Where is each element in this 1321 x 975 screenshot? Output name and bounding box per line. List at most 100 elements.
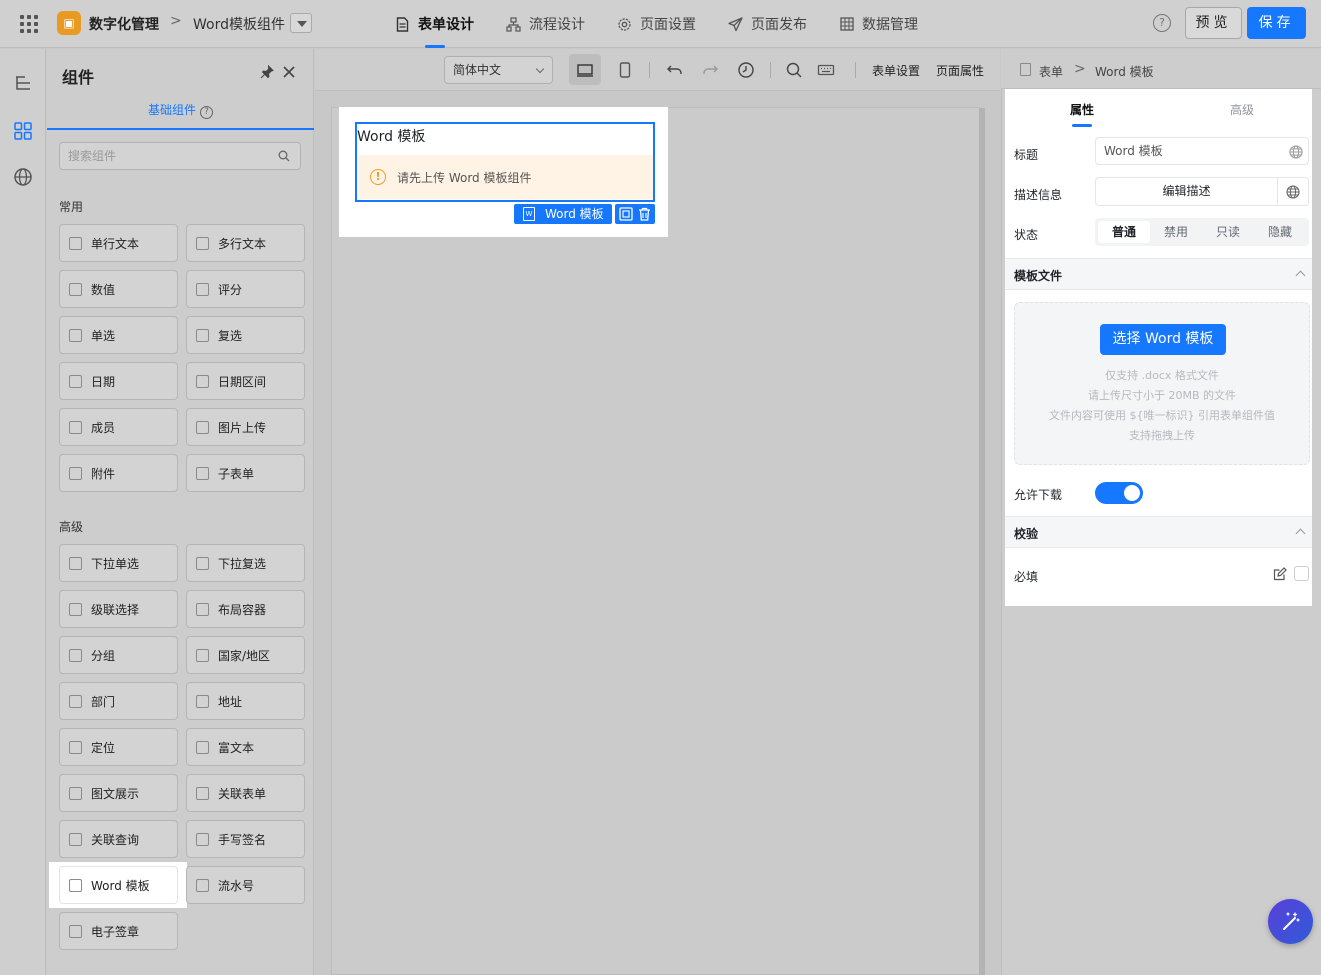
- left-rail: [0, 49, 46, 975]
- group-label-common: 常用: [59, 200, 84, 214]
- send-icon: [728, 16, 743, 32]
- component-item[interactable]: 下拉复选: [186, 544, 305, 582]
- edit-icon[interactable]: [1273, 567, 1287, 581]
- pin-icon[interactable]: [260, 65, 274, 79]
- history-icon[interactable]: [737, 61, 755, 79]
- component-item[interactable]: 图文展示: [59, 774, 178, 812]
- form-canvas[interactable]: [331, 107, 980, 975]
- flow-icon: [506, 16, 521, 32]
- component-item[interactable]: 分组: [59, 636, 178, 674]
- allow-download-toggle[interactable]: [1095, 482, 1143, 504]
- word-template-widget[interactable]: Word 模板 ! 请先上传 Word 模板组件: [355, 122, 655, 202]
- section-template-file[interactable]: 模板文件: [1005, 258, 1312, 290]
- upload-dropzone[interactable]: 选择 Word 模板 仅支持 .docx 格式文件 请上传尺寸小于 20MB 的…: [1014, 302, 1310, 465]
- state-readonly[interactable]: 只读: [1202, 221, 1254, 243]
- widget-actions: [615, 204, 655, 224]
- redo-icon[interactable]: [701, 61, 719, 79]
- component-item[interactable]: 单选: [59, 316, 178, 354]
- section-validation[interactable]: 校验: [1005, 516, 1312, 548]
- component-item[interactable]: 复选: [186, 316, 305, 354]
- tab-page-settings[interactable]: 页面设置: [617, 0, 696, 48]
- state-disabled[interactable]: 禁用: [1150, 221, 1202, 243]
- mobile-view-icon[interactable]: [616, 61, 634, 79]
- warning-text: 请先上传 Word 模板组件: [397, 171, 532, 185]
- help-icon[interactable]: ?: [1153, 14, 1171, 32]
- required-checkbox[interactable]: [1294, 566, 1309, 581]
- state-hidden[interactable]: 隐藏: [1254, 221, 1306, 243]
- title-input[interactable]: Word 模板: [1095, 137, 1309, 165]
- component-label: 日期区间: [218, 374, 267, 389]
- component-item[interactable]: 电子签章: [59, 912, 178, 950]
- globe-icon[interactable]: [13, 167, 33, 187]
- keyboard-icon[interactable]: [817, 61, 835, 79]
- component-type-icon: [69, 648, 82, 662]
- search-input[interactable]: [60, 143, 270, 169]
- edit-description-button[interactable]: 编辑描述: [1095, 177, 1309, 206]
- component-item[interactable]: 图片上传: [186, 408, 305, 446]
- undo-icon[interactable]: [666, 61, 684, 79]
- component-item[interactable]: 级联选择: [59, 590, 178, 628]
- component-item[interactable]: 部门: [59, 682, 178, 720]
- help-icon[interactable]: ?: [200, 106, 213, 119]
- search-icon[interactable]: [278, 150, 290, 162]
- copy-icon[interactable]: [619, 207, 633, 221]
- tab-data-management[interactable]: 数据管理: [839, 0, 918, 48]
- selected-widget-tag[interactable]: W Word 模板: [514, 204, 612, 224]
- app-logo: ▣: [57, 11, 81, 35]
- ai-assistant-button[interactable]: [1268, 899, 1313, 944]
- component-item[interactable]: 定位: [59, 728, 178, 766]
- component-item[interactable]: 日期: [59, 362, 178, 400]
- close-icon[interactable]: [282, 65, 296, 79]
- delete-icon[interactable]: [638, 207, 651, 221]
- save-button[interactable]: 保存: [1247, 7, 1306, 39]
- desktop-view-icon[interactable]: [576, 61, 594, 79]
- select-word-template-button[interactable]: 选择 Word 模板: [1100, 324, 1226, 355]
- component-item[interactable]: 数值: [59, 270, 178, 308]
- component-item[interactable]: 布局容器: [186, 590, 305, 628]
- state-normal[interactable]: 普通: [1098, 221, 1150, 243]
- tab-page-publish[interactable]: 页面发布: [728, 0, 807, 48]
- outline-tree-icon[interactable]: [13, 74, 33, 94]
- toolbar-divider: [855, 62, 856, 78]
- tab-advanced[interactable]: 高级: [1230, 101, 1254, 118]
- component-label: 附件: [91, 466, 116, 481]
- search-icon[interactable]: [785, 61, 803, 79]
- tab-form-design[interactable]: 表单设计: [395, 0, 474, 48]
- page-properties-button[interactable]: 页面属性: [936, 62, 984, 79]
- tab-properties[interactable]: 属性: [1070, 101, 1094, 127]
- component-item[interactable]: 关联表单: [186, 774, 305, 812]
- component-item[interactable]: 成员: [59, 408, 178, 446]
- tab-basic-components[interactable]: 基础组件?: [47, 101, 314, 130]
- preview-button[interactable]: 预览: [1185, 7, 1242, 39]
- component-item[interactable]: 附件: [59, 454, 178, 492]
- globe-icon[interactable]: [1286, 185, 1300, 199]
- component-item[interactable]: 下拉单选: [59, 544, 178, 582]
- app-name[interactable]: 数字化管理: [89, 14, 159, 34]
- tab-flow-design[interactable]: 流程设计: [506, 0, 585, 48]
- component-item[interactable]: 地址: [186, 682, 305, 720]
- component-item[interactable]: 关联查询: [59, 820, 178, 858]
- component-item[interactable]: 国家/地区: [186, 636, 305, 674]
- group-label-advanced: 高级: [59, 520, 84, 534]
- component-item[interactable]: Word 模板: [59, 866, 178, 904]
- upload-hint: 支持拖拽上传: [1129, 429, 1195, 442]
- breadcrumb-root[interactable]: 表单: [1039, 63, 1063, 80]
- globe-icon[interactable]: [1289, 145, 1303, 159]
- component-item[interactable]: 单行文本: [59, 224, 178, 262]
- component-item[interactable]: 日期区间: [186, 362, 305, 400]
- page-name[interactable]: Word模板组件: [193, 14, 285, 34]
- component-item[interactable]: 手写签名: [186, 820, 305, 858]
- form-settings-button[interactable]: 表单设置: [872, 62, 920, 79]
- component-item[interactable]: 多行文本: [186, 224, 305, 262]
- component-item[interactable]: 富文本: [186, 728, 305, 766]
- apps-grid-icon[interactable]: [20, 15, 38, 33]
- component-item[interactable]: 流水号: [186, 866, 305, 904]
- component-item[interactable]: 评分: [186, 270, 305, 308]
- canvas-scrollbar[interactable]: [979, 108, 985, 975]
- page-dropdown-button[interactable]: [290, 13, 312, 33]
- canvas-toolbar: 简体中文 表单设置 页面属性: [315, 49, 1000, 91]
- component-item[interactable]: 子表单: [186, 454, 305, 492]
- component-label: 布局容器: [218, 602, 267, 617]
- components-grid-icon[interactable]: [13, 121, 33, 141]
- language-select[interactable]: 简体中文: [444, 56, 553, 84]
